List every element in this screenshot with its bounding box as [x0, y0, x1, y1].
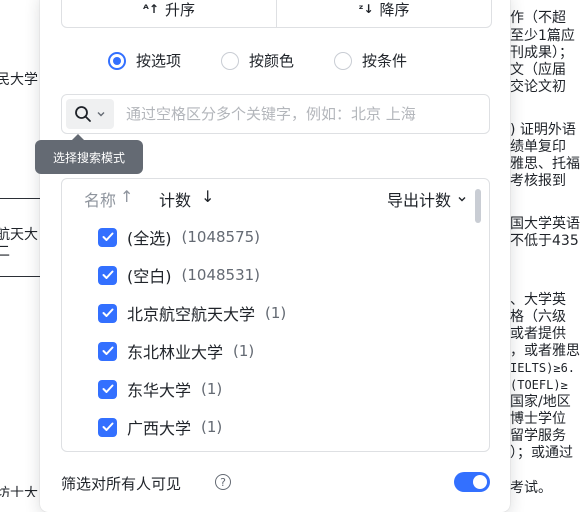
- sort-by-count-header[interactable]: 计数 ↓: [159, 187, 214, 211]
- sheet-cell-text: 、大学英: [510, 292, 566, 308]
- sheet-cell-text: 考核报到: [510, 173, 566, 189]
- sort-ascending-icon: ᴬ↑: [143, 1, 159, 16]
- option-item[interactable]: 东北林业大学 (1): [98, 337, 254, 365]
- sheet-cell-text: 或者提供: [510, 326, 566, 342]
- search-box: [61, 94, 490, 134]
- sheet-cell-text: 至少1篇应: [510, 28, 575, 44]
- name-header-label: 名称: [84, 191, 117, 210]
- option-label: (全选): [127, 229, 172, 248]
- option-item[interactable]: (空白) (1048531): [98, 261, 260, 289]
- filter-by-color-radio[interactable]: 按颜色: [221, 50, 294, 71]
- option-item[interactable]: 北京航空航天大学 (1): [98, 299, 286, 327]
- sheet-border: [0, 276, 40, 277]
- sheet-cell-text: 民大学: [0, 72, 38, 88]
- footer: 筛选对所有人可见 ?: [61, 469, 491, 499]
- sheet-cell-text: IELTS)≥6.: [510, 361, 576, 375]
- sheet-cell-text: 刊成果）；: [510, 45, 573, 61]
- visible-to-all-label: 筛选对所有人可见: [61, 475, 182, 493]
- visible-to-all-toggle[interactable]: [454, 472, 490, 492]
- option-item[interactable]: 广西大学 (1): [98, 413, 222, 441]
- sheet-cell-text: 博士学位: [510, 411, 566, 427]
- sort-descending-icon: ᶻ↓: [358, 1, 374, 16]
- option-label: (空白): [127, 267, 172, 286]
- sheet-right-edge: 作（不超至少1篇应 刊成果）； 文（应届 交论文初 ) 证明外语 绩单复印 雅思、托福 考核报…: [510, 0, 582, 497]
- option-item[interactable]: 贵州大学(1): [98, 451, 222, 452]
- sort-by-name-header[interactable]: 名称 ↑: [84, 187, 133, 211]
- option-count: (1048575): [181, 228, 261, 246]
- radio-unselected-icon: [334, 51, 353, 70]
- filter-mode-group: 按选项 按颜色 按条件: [108, 50, 407, 71]
- export-count-label: 导出计数: [386, 191, 451, 210]
- sort-controls: ᴬ↑ 升序 ᶻ↓ 降序: [61, 0, 492, 28]
- option-list: 名称 ↑ 计数 ↓ 导出计数 (全选) (1048575) (空白) (1048531…: [61, 178, 490, 452]
- arrow-down-icon: ↓: [201, 187, 215, 206]
- sheet-cell-text: 交论文初: [510, 79, 566, 95]
- option-count: (1): [265, 304, 287, 322]
- option-item[interactable]: (全选) (1048575): [98, 223, 260, 251]
- option-label: 东北林业大学: [127, 343, 224, 362]
- option-count: (1048531): [181, 266, 261, 284]
- filter-mode-label: 按条件: [362, 52, 408, 70]
- chevron-down-icon: [97, 112, 105, 117]
- filter-by-option-radio[interactable]: 按选项: [108, 50, 181, 71]
- arrow-up-icon: ↑: [120, 187, 134, 206]
- export-count-button[interactable]: 导出计数: [387, 187, 467, 211]
- search-icon: [75, 106, 91, 122]
- checkbox-checked-icon[interactable]: [98, 227, 117, 247]
- checkbox-checked-icon[interactable]: [98, 417, 117, 437]
- radio-unselected-icon: [221, 51, 240, 70]
- sheet-cell-text: 作（不超: [510, 10, 566, 26]
- sheet-cell-text: 国大学英语: [510, 216, 580, 232]
- filter-by-condition-radio[interactable]: 按条件: [334, 50, 407, 71]
- sheet-cell-text: ，或者雅思: [510, 343, 580, 359]
- checkbox-checked-icon[interactable]: [98, 379, 117, 399]
- radio-selected-icon: [108, 51, 126, 70]
- option-count: (1): [201, 418, 223, 436]
- sort-ascending-label: 升序: [164, 0, 195, 19]
- sort-descending-button[interactable]: ᶻ↓ 降序: [276, 0, 491, 27]
- option-item[interactable]: 东华大学 (1): [98, 375, 222, 403]
- checkbox-checked-icon[interactable]: [98, 303, 117, 323]
- sheet-cell-text: 雅思、托福: [510, 156, 580, 172]
- chevron-down-icon: [458, 197, 466, 202]
- sort-ascending-button[interactable]: ᴬ↑ 升序: [62, 0, 276, 27]
- filter-mode-label: 按选项: [136, 52, 182, 70]
- sheet-cell-text: 文（应届: [510, 62, 566, 78]
- sheet-cell-text: 绩单复印: [510, 139, 566, 155]
- sheet-cell-text: 国家/地区: [510, 394, 571, 410]
- search-mode-tooltip: 选择搜索模式: [35, 134, 143, 174]
- option-label: 东华大学: [127, 381, 192, 400]
- sheet-border: [0, 198, 40, 199]
- option-count: (1): [201, 380, 223, 398]
- sheet-cell-text: ) 证明外语: [510, 122, 576, 138]
- checkbox-checked-icon[interactable]: [98, 265, 117, 285]
- filter-panel: ᴬ↑ 升序 ᶻ↓ 降序 按选项 按颜色 按条件 通过空格区分多个关键字，例如：北…: [35, 0, 510, 512]
- sheet-cell-text: (TOEFL)≥: [510, 378, 568, 392]
- sheet-cell-text: 坊士大: [0, 486, 38, 497]
- option-count: (1): [233, 342, 255, 360]
- option-label: 广西大学: [127, 419, 192, 438]
- sheet-cell-text: 考试。: [510, 480, 552, 496]
- sheet-cell-text: 航天大: [0, 227, 38, 243]
- sheet-cell-text: 格（六级: [510, 309, 566, 325]
- filter-mode-label: 按颜色: [249, 52, 295, 70]
- sheet-cell-text: 留学服务: [510, 428, 566, 444]
- count-header-label: 计数: [159, 191, 192, 210]
- sort-descending-label: 降序: [379, 0, 410, 19]
- sheet-left-edge: 民大学 航天大 二 坊士大: [0, 0, 40, 497]
- option-label: 北京航空航天大学: [127, 305, 256, 324]
- sheet-cell-text: ）；或通过: [510, 445, 573, 461]
- sheet-cell-text: 二: [0, 244, 10, 260]
- list-scrollbar[interactable]: [475, 189, 481, 223]
- checkbox-checked-icon[interactable]: [98, 341, 117, 361]
- list-header: 名称 ↑ 计数 ↓ 导出计数: [62, 179, 489, 217]
- search-input[interactable]: [124, 104, 489, 124]
- sheet-cell-text: 不低于435: [510, 233, 579, 249]
- help-icon[interactable]: ?: [215, 474, 231, 490]
- search-mode-button[interactable]: [66, 99, 114, 129]
